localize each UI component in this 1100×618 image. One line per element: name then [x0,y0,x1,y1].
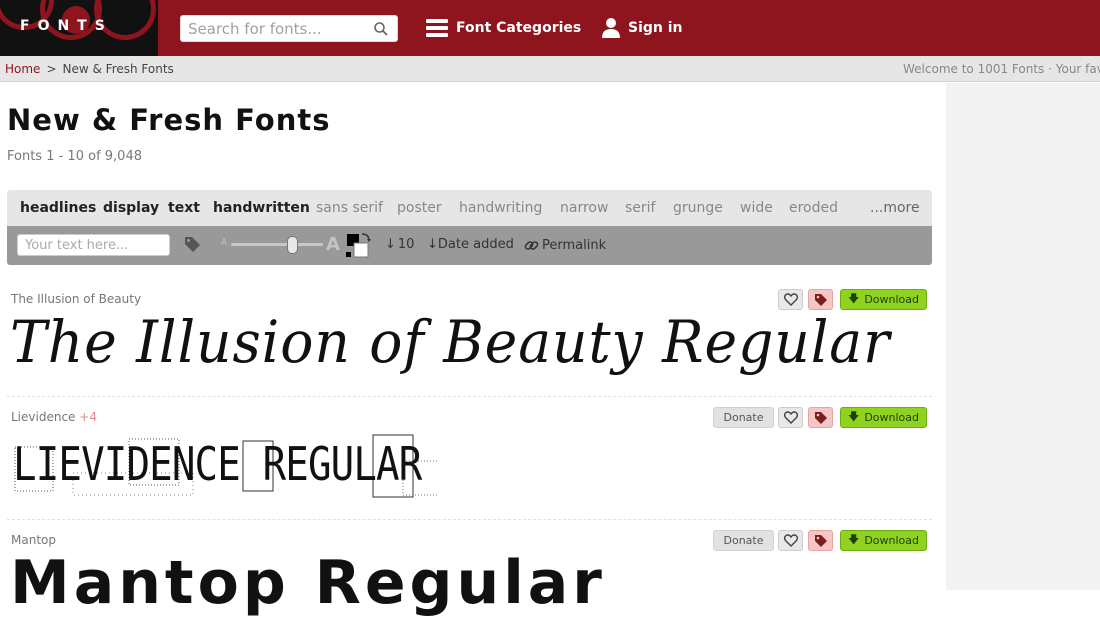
font-size-slider-track[interactable] [231,243,323,246]
category-handwritten[interactable]: handwritten [213,200,310,216]
font-size-slider-handle[interactable] [287,236,298,254]
breadcrumb-separator: > [46,62,57,76]
link-icon [524,241,539,250]
donate-button[interactable]: Donate [713,530,774,551]
breadcrumb-bar: Home > New & Fresh Fonts Welcome to 1001 F… [0,56,1100,82]
category-handwriting[interactable]: handwriting [459,200,542,216]
search-input[interactable] [188,20,368,38]
tag-icon [814,411,827,424]
preview-toolbar: A A ↓ 10 ↓ Date added Permalink [7,226,932,265]
right-sidebar [946,83,1100,590]
font-name: Mantop [11,533,56,547]
category-bar: headlines display text handwritten sans … [7,190,932,226]
per-page-selector[interactable]: ↓ 10 [385,237,414,252]
nav-label: Font Categories [456,20,582,36]
download-icon: 🡇 [848,410,860,423]
heart-icon [783,534,798,547]
sort-arrow-icon: ↓ [427,237,438,252]
sort-selector[interactable]: ↓ Date added [427,237,514,252]
nav-font-categories[interactable]: Font Categories [426,14,581,42]
category-eroded[interactable]: eroded [789,200,838,216]
category-serif[interactable]: serif [625,200,655,216]
tag-button[interactable] [808,407,833,428]
tag-icon[interactable] [184,236,201,253]
category-grunge[interactable]: grunge [673,200,723,216]
nav-label: Sign in [628,20,683,36]
category-wide[interactable]: wide [740,200,773,216]
site-header: FONTS Font Categories Sign in [0,0,1100,56]
font-variants-count: +4 [79,410,97,424]
logo-text: FONTS [20,18,113,34]
download-button[interactable]: 🡇 Download [840,407,927,428]
font-preview[interactable]: Mantop Regular [10,548,606,618]
download-icon: 🡇 [848,292,860,305]
favorite-button[interactable] [778,530,803,551]
category-more-link[interactable]: ...more [870,200,920,216]
download-label: Download [864,534,919,547]
heart-icon [783,411,798,424]
favorite-button[interactable] [778,407,803,428]
search-icon[interactable] [373,21,389,37]
entry-divider [7,396,932,397]
tag-icon [814,534,827,547]
hamburger-icon [426,17,448,39]
fonts-count: Fonts 1 - 10 of 9,048 [7,149,142,164]
nav-sign-in[interactable]: Sign in [602,14,683,42]
tag-icon [814,293,827,306]
category-display[interactable]: display [103,200,159,216]
breadcrumb-current: New & Fresh Fonts [62,62,174,76]
entry-divider [7,519,932,520]
per-page-value: 10 [397,237,415,252]
welcome-text: Welcome to 1001 Fonts · Your fav [903,62,1100,76]
permalink-label: Permalink [542,238,607,253]
sort-arrow-icon: ↓ [385,237,396,252]
font-preview[interactable]: The Illusion of Beauty Regular [10,308,890,376]
font-name: Lievidence [11,410,76,424]
font-name-link[interactable]: The Illusion of Beauty [11,292,141,306]
preview-text-input[interactable] [17,234,170,256]
category-text[interactable]: text [168,200,200,216]
download-label: Download [864,293,919,306]
tag-button[interactable] [808,289,833,310]
category-narrow[interactable]: narrow [560,200,608,216]
heart-icon [783,293,798,306]
download-button[interactable]: 🡇 Download [840,289,927,310]
font-size-large-label: A [326,234,340,255]
permalink-link[interactable]: Permalink [524,238,606,253]
tag-button[interactable] [808,530,833,551]
font-name-link[interactable]: Lievidence +4 [11,410,97,424]
favorite-button[interactable] [778,289,803,310]
font-name: The Illusion of Beauty [11,292,142,306]
donate-button[interactable]: Donate [713,407,774,428]
download-icon: 🡇 [848,533,860,546]
breadcrumb-home-link[interactable]: Home [5,62,40,76]
download-label: Download [864,411,919,424]
font-preview-text: LIEVIDENCE REGULAR [13,437,422,491]
user-icon [602,17,620,39]
breadcrumb: Home > New & Fresh Fonts [5,62,174,76]
category-poster[interactable]: poster [397,200,442,216]
category-headlines[interactable]: headlines [20,200,96,216]
site-logo[interactable]: FONTS [0,0,158,56]
category-sans-serif[interactable]: sans serif [316,200,383,216]
sort-value: Date added [437,237,514,252]
color-swap-icon[interactable] [345,233,371,259]
font-name-link[interactable]: Mantop [11,533,56,547]
search-box[interactable] [180,15,398,42]
download-button[interactable]: 🡇 Download [840,530,927,551]
font-preview[interactable]: LIEVIDENCE REGULAR [13,433,438,501]
page-title: New & Fresh Fonts [7,103,331,137]
font-size-small-label: A [221,238,228,248]
